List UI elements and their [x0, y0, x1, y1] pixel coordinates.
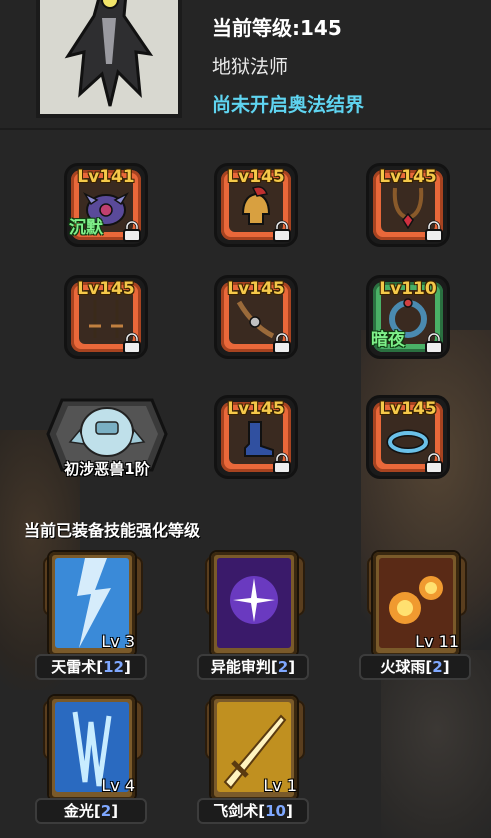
equipment-slot-ring[interactable]: Lv110 暗夜	[366, 275, 450, 359]
lock-icon	[425, 220, 443, 242]
slot-level: Lv145	[77, 279, 135, 299]
skill-level: Lv 3	[101, 632, 135, 651]
equipment-slot-weapon[interactable]: Lv145	[64, 275, 148, 359]
skill-name-label: 金光[2]	[35, 798, 147, 824]
slot-level: Lv110	[379, 279, 437, 299]
lock-icon	[425, 452, 443, 474]
rune-label: 初涉恶兽1阶	[64, 460, 150, 478]
lock-icon	[123, 332, 141, 354]
skill-card-golden-light[interactable]: Lv 4 金光[2]	[35, 696, 147, 824]
arcane-barrier-status: 尚未开启奥法结界	[212, 94, 365, 116]
slot-level: Lv145	[379, 167, 437, 187]
skill-card-fireball[interactable]: Lv 11 火球雨[2]	[359, 552, 471, 680]
equipment-slot-belt[interactable]: Lv145	[214, 275, 298, 359]
slot-tag: 沉默	[69, 218, 103, 238]
skill-card-judgment[interactable]: 异能审判[2]	[197, 552, 309, 680]
lock-icon	[273, 332, 291, 354]
equipment-slot-head[interactable]: Lv145	[214, 163, 298, 247]
purple-judgment-icon	[217, 558, 291, 648]
equipment-slot-boots[interactable]: Lv145	[214, 395, 298, 479]
current-level: 当前等级:145	[212, 16, 342, 40]
lock-icon	[123, 220, 141, 242]
skills-section-title: 当前已装备技能强化等级	[24, 521, 201, 540]
rune-slot[interactable]: 初涉恶兽1阶	[40, 392, 174, 478]
lock-icon	[273, 452, 291, 474]
skill-level: Lv 4	[101, 776, 135, 795]
lock-icon	[425, 332, 443, 354]
slot-level: Lv145	[379, 399, 437, 419]
skill-level: Lv 11	[415, 632, 459, 651]
equipment-slot-bracelet[interactable]: Lv145	[366, 395, 450, 479]
slot-level: Lv141	[77, 167, 135, 187]
skill-card-flying-sword[interactable]: Lv 1 飞剑术[10]	[197, 696, 309, 824]
slot-level: Lv145	[227, 167, 285, 187]
skill-name-label: 火球雨[2]	[359, 654, 471, 680]
character-header: 当前等级:145 地狱法师 尚未开启奥法结界	[0, 0, 491, 130]
equipment-slot-helmet[interactable]: Lv141 沉默	[64, 163, 148, 247]
equipment-slot-amulet[interactable]: Lv145	[366, 163, 450, 247]
slot-level: Lv145	[227, 399, 285, 419]
skill-card-thunder[interactable]: Lv 3 天雷术[12]	[35, 552, 147, 680]
character-portrait	[36, 0, 182, 118]
slot-tag: 暗夜	[371, 330, 405, 350]
skill-name-label: 飞剑术[10]	[197, 798, 309, 824]
skill-level: Lv 1	[263, 776, 297, 795]
skill-name-label: 天雷术[12]	[35, 654, 147, 680]
slot-level: Lv145	[227, 279, 285, 299]
skill-name-label: 异能审判[2]	[197, 654, 309, 680]
class-name: 地狱法师	[212, 56, 289, 78]
lock-icon	[273, 220, 291, 242]
